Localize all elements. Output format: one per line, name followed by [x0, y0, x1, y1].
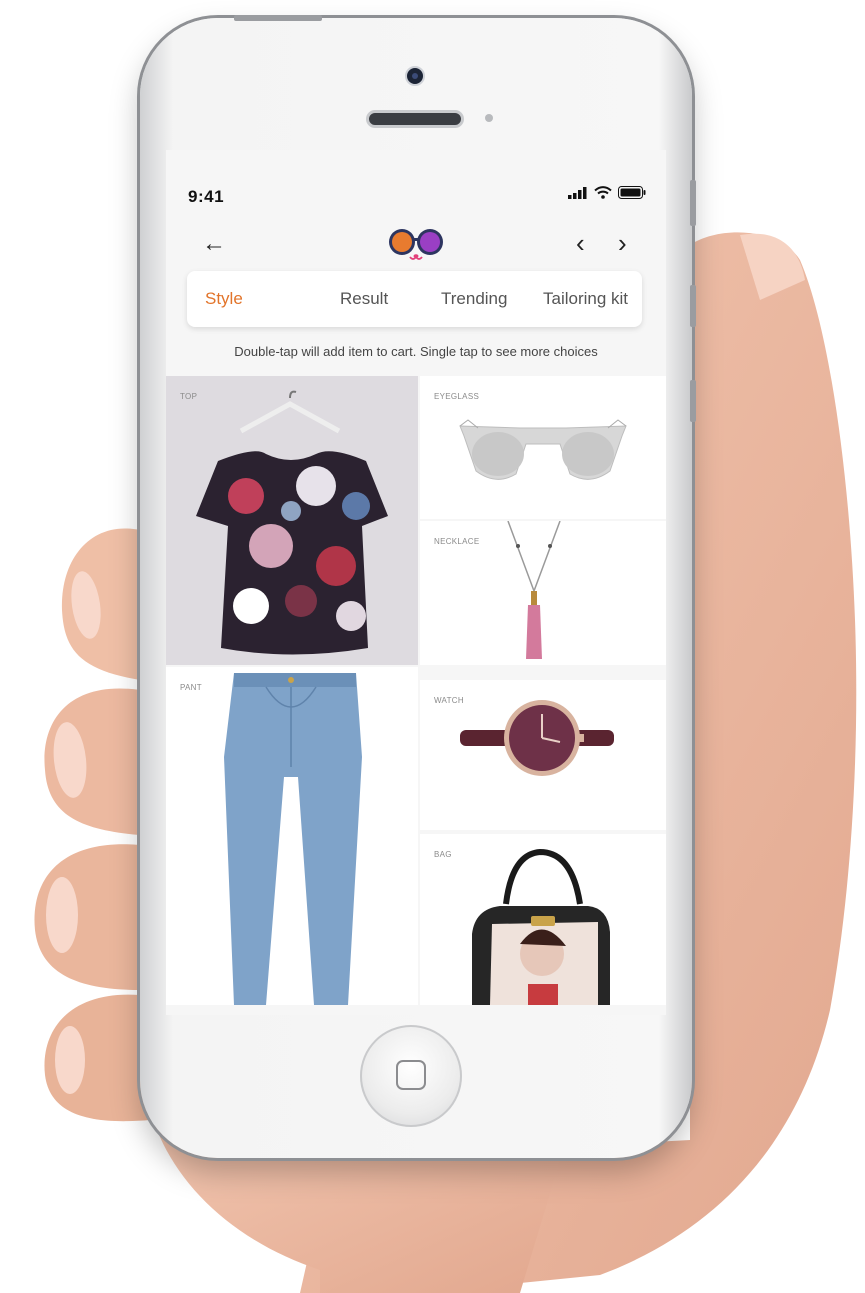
item-label: PANT — [180, 683, 202, 692]
item-bag[interactable]: BAG — [420, 834, 666, 1005]
silent-switch[interactable] — [690, 180, 696, 226]
tab-tailoring-kit[interactable]: Tailoring kit — [543, 289, 628, 309]
tab-result[interactable]: Result — [340, 289, 388, 309]
volume-up-button[interactable] — [690, 285, 696, 327]
power-button[interactable] — [234, 15, 322, 21]
prev-chevron-icon[interactable]: ‹ — [576, 228, 585, 259]
status-time: 9:41 — [188, 187, 225, 206]
sunglasses-logo — [389, 229, 443, 260]
proximity-sensor — [485, 114, 493, 122]
battery-icon — [618, 186, 646, 199]
screen: 9:41 ← ‹ › Style Result Trending Tailori — [166, 150, 666, 1015]
home-square-icon — [396, 1060, 426, 1090]
item-pant[interactable]: PANT — [166, 667, 418, 1005]
floral-top-image — [196, 390, 388, 655]
item-eyeglass[interactable]: EYEGLASS — [420, 376, 666, 519]
item-label: BAG — [434, 850, 452, 859]
back-arrow-icon[interactable]: ← — [202, 230, 226, 258]
item-label: WATCH — [434, 696, 464, 705]
instruction-hint: Double-tap will add item to cart. Single… — [234, 344, 598, 359]
signal-icon — [568, 186, 587, 199]
status-icons — [568, 186, 646, 199]
handbag-image — [472, 848, 610, 1005]
item-watch[interactable]: WATCH — [420, 680, 666, 830]
volume-down-button[interactable] — [690, 380, 696, 422]
item-necklace[interactable]: NECKLACE — [420, 521, 666, 665]
home-button[interactable] — [360, 1025, 462, 1127]
item-label: EYEGLASS — [434, 392, 480, 401]
next-chevron-icon[interactable]: › — [618, 228, 627, 259]
tab-style[interactable]: Style — [205, 289, 243, 309]
item-label: NECKLACE — [434, 537, 480, 546]
wifi-icon — [594, 186, 612, 199]
earpiece-speaker — [366, 110, 464, 128]
jeans-image — [224, 673, 362, 1005]
item-label: TOP — [180, 392, 198, 401]
tab-trending[interactable]: Trending — [441, 289, 507, 309]
front-camera — [405, 66, 425, 86]
item-top[interactable]: TOP — [166, 376, 418, 665]
tab-bar: Style Result Trending Tailoring kit — [187, 271, 642, 327]
